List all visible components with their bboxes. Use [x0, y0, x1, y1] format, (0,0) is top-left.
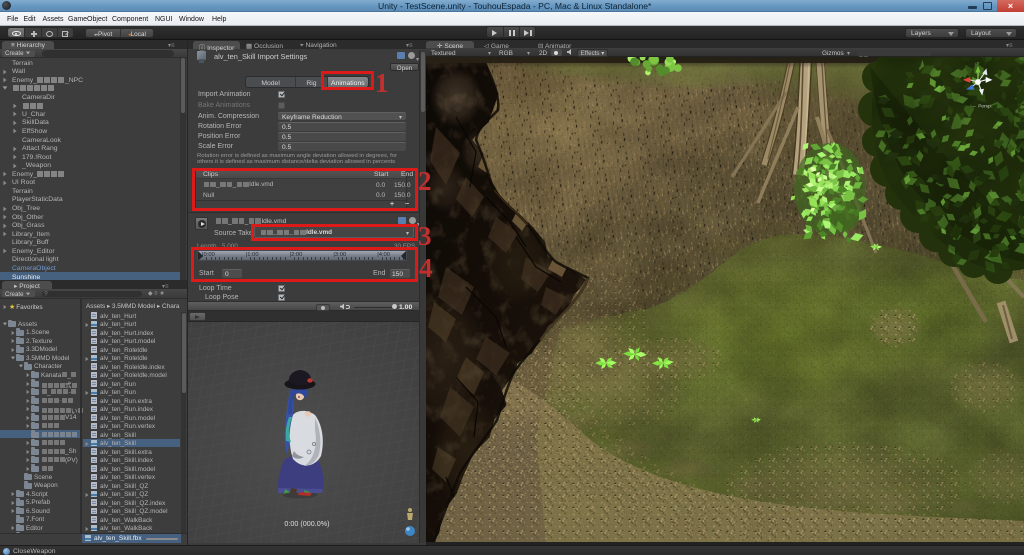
svg-text:← Persp: ← Persp — [972, 104, 991, 110]
svg-text:0:00 (000.0%): 0:00 (000.0%) — [284, 519, 329, 528]
svg-text:Y: Y — [977, 61, 980, 66]
